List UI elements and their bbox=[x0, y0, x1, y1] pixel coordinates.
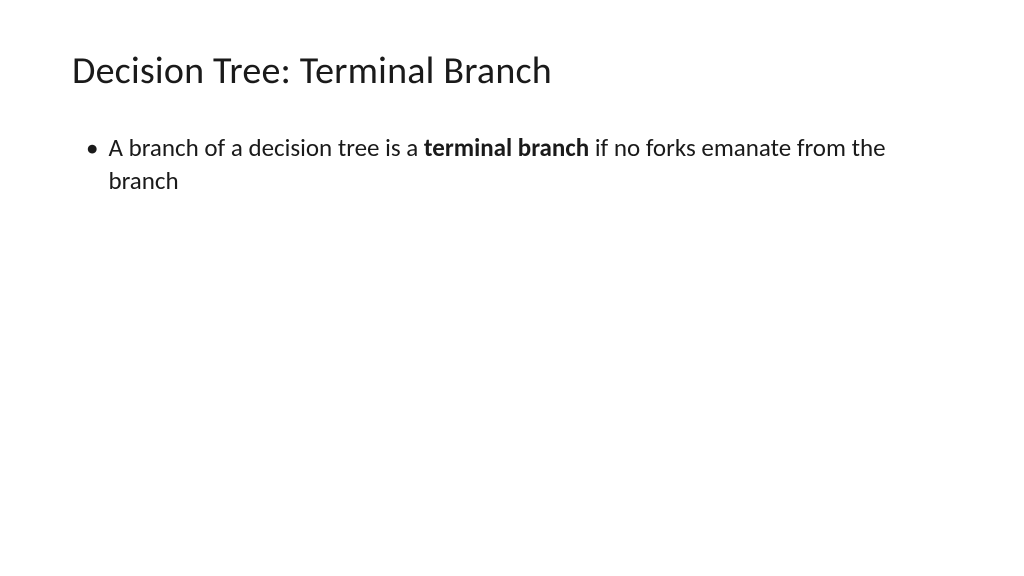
slide-content: • A branch of a decision tree is a termi… bbox=[72, 132, 952, 197]
bullet-text: A branch of a decision tree is a termina… bbox=[108, 132, 952, 197]
bullet-text-part1: A branch of a decision tree is a bbox=[108, 132, 423, 163]
bullet-marker: • bbox=[86, 132, 98, 165]
bullet-item: • A branch of a decision tree is a termi… bbox=[86, 132, 952, 197]
bullet-text-bold: terminal branch bbox=[424, 132, 589, 163]
slide-title: Decision Tree: Terminal Branch bbox=[72, 48, 952, 94]
slide-container: Decision Tree: Terminal Branch • A branc… bbox=[0, 0, 1024, 576]
